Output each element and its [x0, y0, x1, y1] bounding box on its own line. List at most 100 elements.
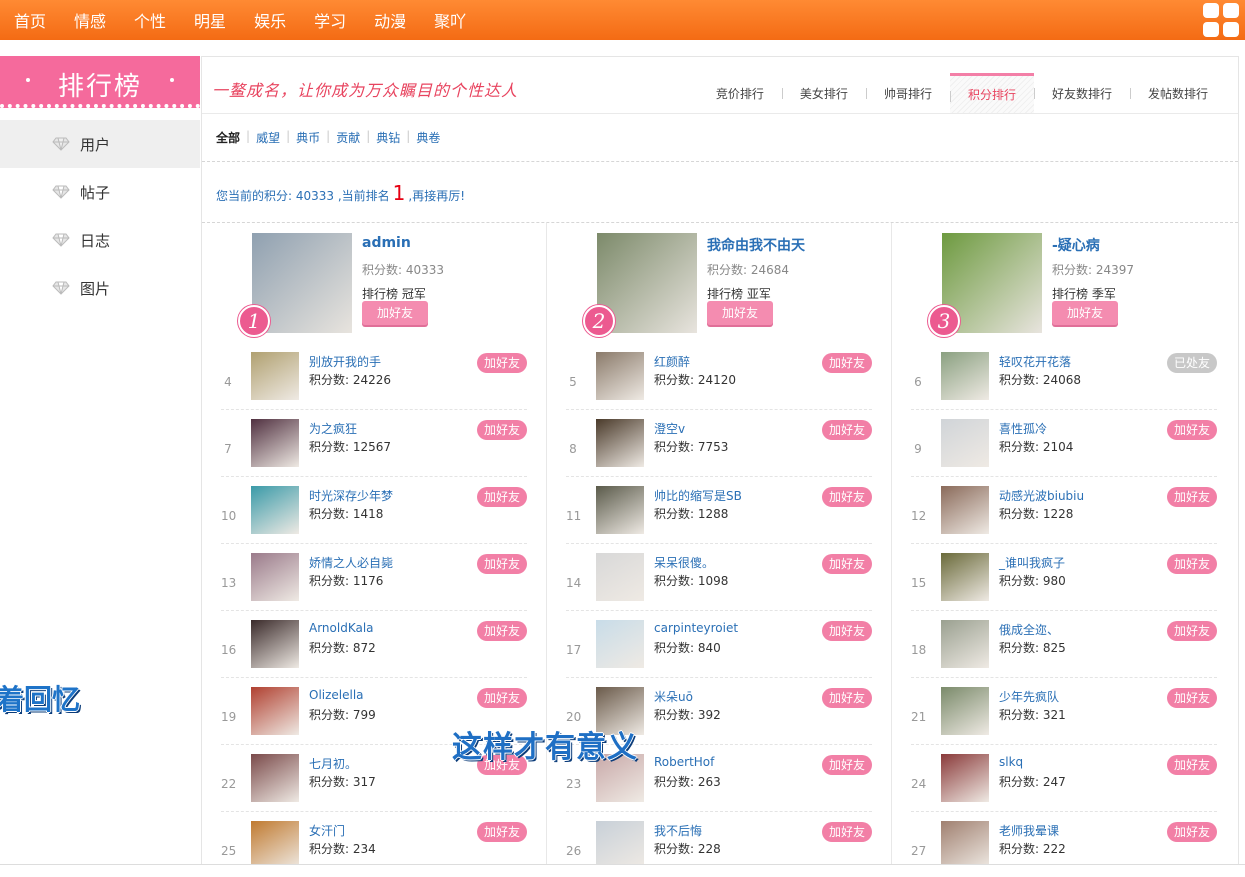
add-friend-button[interactable]: 加好友	[822, 822, 872, 842]
nav-item[interactable]: 娱乐	[254, 8, 286, 32]
user-name-link[interactable]: 老师我晕课	[999, 822, 1059, 839]
user-name-link[interactable]: 七月初。	[309, 755, 357, 772]
ranking-tab[interactable]: 竞价排行	[698, 73, 782, 113]
add-friend-button[interactable]: 加好友	[822, 353, 872, 373]
avatar[interactable]	[251, 754, 299, 802]
filter-link[interactable]: 典币	[296, 129, 320, 146]
user-name-link[interactable]: 我命由我不由天	[707, 235, 805, 255]
user-name-link[interactable]: 轻叹花开花落	[999, 353, 1071, 370]
avatar[interactable]	[596, 419, 644, 467]
add-friend-button[interactable]: 加好友	[822, 554, 872, 574]
user-name-link[interactable]: slkq	[999, 755, 1023, 769]
avatar[interactable]	[251, 620, 299, 668]
avatar[interactable]	[596, 352, 644, 400]
add-friend-button[interactable]: 加好友	[707, 301, 773, 325]
add-friend-button[interactable]: 加好友	[822, 420, 872, 440]
avatar[interactable]	[596, 553, 644, 601]
avatar[interactable]	[251, 419, 299, 467]
user-name-link[interactable]: _谁叫我疯子	[999, 554, 1065, 571]
add-friend-button[interactable]: 加好友	[477, 487, 527, 507]
avatar[interactable]	[941, 821, 989, 869]
add-friend-button[interactable]: 加好友	[477, 822, 527, 842]
user-name-link[interactable]: 时光深存少年梦	[309, 487, 393, 504]
add-friend-button[interactable]: 加好友	[1167, 822, 1217, 842]
ranking-tab[interactable]: 好友数排行	[1033, 73, 1130, 113]
avatar[interactable]	[941, 419, 989, 467]
nav-item[interactable]: 个性	[134, 8, 166, 32]
user-name-link[interactable]: 俄成全迩、	[999, 621, 1059, 638]
add-friend-button[interactable]: 加好友	[822, 621, 872, 641]
user-name-link[interactable]: -疑心病	[1052, 235, 1100, 255]
already-friend-badge[interactable]: 已处友	[1167, 353, 1217, 373]
sidebar-item-0[interactable]: 用户	[0, 120, 200, 168]
avatar[interactable]	[941, 352, 989, 400]
avatar[interactable]	[251, 553, 299, 601]
user-name-link[interactable]: Olizelella	[309, 688, 364, 702]
avatar[interactable]	[596, 821, 644, 869]
add-friend-button[interactable]: 加好友	[1167, 487, 1217, 507]
sidebar-item-3[interactable]: 图片	[0, 264, 200, 312]
user-name-link[interactable]: 为之疯狂	[309, 420, 357, 437]
filter-link[interactable]: 贡献	[336, 129, 360, 146]
nav-item[interactable]: 聚吖	[434, 8, 466, 32]
add-friend-button[interactable]: 加好友	[477, 420, 527, 440]
nav-item[interactable]: 学习	[314, 8, 346, 32]
avatar[interactable]	[941, 620, 989, 668]
user-name-link[interactable]: RobertHof	[654, 755, 714, 769]
nav-item[interactable]: 动漫	[374, 8, 406, 32]
add-friend-button[interactable]: 加好友	[1052, 301, 1118, 325]
ranking-tab[interactable]: 发帖数排行	[1129, 73, 1226, 113]
add-friend-button[interactable]: 加好友	[1167, 420, 1217, 440]
user-name-link[interactable]: 帅比的缩写是SB	[654, 487, 742, 504]
nav-item[interactable]: 情感	[74, 8, 106, 32]
avatar[interactable]	[941, 553, 989, 601]
add-friend-button[interactable]: 加好友	[822, 487, 872, 507]
avatar[interactable]	[251, 687, 299, 735]
sidebar-item-2[interactable]: 日志	[0, 216, 200, 264]
add-friend-button[interactable]: 加好友	[822, 688, 872, 708]
grid-apps-icon[interactable]	[1203, 3, 1239, 37]
user-name-link[interactable]: 动感光波biubiu	[999, 487, 1084, 504]
add-friend-button[interactable]: 加好友	[477, 353, 527, 373]
user-name-link[interactable]: 红颜醉	[654, 353, 690, 370]
user-name-link[interactable]: 少年先疯队	[999, 688, 1059, 705]
add-friend-button[interactable]: 加好友	[1167, 554, 1217, 574]
ranking-tab[interactable]: 美女排行	[781, 73, 866, 113]
filter-link[interactable]: 典钻	[376, 129, 400, 146]
add-friend-button[interactable]: 加好友	[362, 301, 428, 325]
nav-item[interactable]: 明星	[194, 8, 226, 32]
user-name-link[interactable]: 别放开我的手	[309, 353, 381, 370]
nav-item[interactable]: 首页	[14, 8, 46, 32]
user-name-link[interactable]: admin	[362, 235, 411, 251]
user-name-link[interactable]: 娇情之人必自毙	[309, 554, 393, 571]
add-friend-button[interactable]: 加好友	[1167, 755, 1217, 775]
filter-link[interactable]: 全部	[216, 129, 240, 146]
avatar[interactable]	[251, 821, 299, 869]
avatar[interactable]	[596, 486, 644, 534]
add-friend-button[interactable]: 加好友	[1167, 621, 1217, 641]
filter-link[interactable]: 威望	[256, 129, 280, 146]
add-friend-button[interactable]: 加好友	[1167, 688, 1217, 708]
avatar[interactable]	[251, 486, 299, 534]
sidebar-item-1[interactable]: 帖子	[0, 168, 200, 216]
user-name-link[interactable]: 米朵uō	[654, 688, 693, 705]
avatar[interactable]	[941, 687, 989, 735]
avatar[interactable]	[941, 486, 989, 534]
user-name-link[interactable]: 喜性孤冷	[999, 420, 1047, 437]
add-friend-button[interactable]: 加好友	[477, 554, 527, 574]
add-friend-button[interactable]: 加好友	[477, 621, 527, 641]
user-name-link[interactable]: 女汗门	[309, 822, 345, 839]
user-name-link[interactable]: 我不后悔	[654, 822, 702, 839]
ranking-tab[interactable]: 积分排行	[949, 73, 1034, 113]
user-name-link[interactable]: 呆呆很傻。	[654, 554, 714, 571]
add-friend-button[interactable]: 加好友	[822, 755, 872, 775]
avatar[interactable]	[251, 352, 299, 400]
ranking-tab[interactable]: 帅哥排行	[865, 73, 950, 113]
user-name-link[interactable]: 澄空v	[654, 420, 685, 437]
avatar[interactable]	[941, 754, 989, 802]
avatar[interactable]	[596, 620, 644, 668]
add-friend-button[interactable]: 加好友	[477, 688, 527, 708]
user-name-link[interactable]: carpinteyroiet	[654, 621, 738, 635]
filter-link[interactable]: 典卷	[416, 129, 440, 146]
user-name-link[interactable]: ArnoldKala	[309, 621, 374, 635]
